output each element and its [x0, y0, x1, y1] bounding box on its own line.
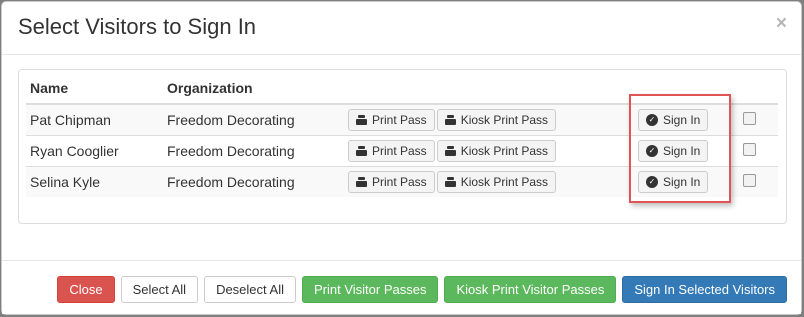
print-pass-label: Print Pass	[372, 175, 427, 189]
select-visitor-checkbox[interactable]	[743, 143, 756, 156]
table-row: Pat Chipman Freedom Decorating Print Pas…	[26, 103, 778, 136]
sign-in-label: Sign In	[663, 175, 701, 189]
select-cell	[739, 103, 778, 136]
sign-in-cell: ✓ Sign In	[634, 166, 739, 197]
close-button[interactable]: Close	[57, 276, 115, 303]
print-pass-button[interactable]: Print Pass	[348, 171, 435, 193]
printer-icon	[444, 115, 456, 125]
print-actions-cell: Print Pass Kiosk Print Pass	[344, 103, 634, 136]
column-header-name: Name	[26, 73, 163, 105]
printer-icon	[356, 115, 367, 125]
printer-icon	[444, 177, 456, 187]
visitor-name: Pat Chipman	[26, 103, 163, 136]
select-visitor-checkbox[interactable]	[743, 112, 756, 125]
kiosk-print-pass-label: Kiosk Print Pass	[460, 144, 549, 158]
visitor-organization: Freedom Decorating	[163, 103, 344, 136]
print-pass-button[interactable]: Print Pass	[348, 109, 435, 131]
kiosk-print-pass-button[interactable]: Kiosk Print Pass	[436, 109, 557, 131]
deselect-all-button[interactable]: Deselect All	[204, 276, 296, 303]
column-header-sign-in	[634, 73, 739, 105]
visitor-name: Ryan Cooglier	[26, 135, 163, 167]
sign-in-button[interactable]: ✓ Sign In	[638, 171, 709, 193]
select-cell	[739, 135, 778, 167]
visitors-panel: Name Organization Pat Chipman Freedom De…	[18, 69, 787, 224]
visitor-name: Selina Kyle	[26, 166, 163, 197]
print-actions-cell: Print Pass Kiosk Print Pass	[344, 135, 634, 167]
print-visitor-passes-button[interactable]: Print Visitor Passes	[301, 276, 439, 303]
select-cell	[739, 166, 778, 197]
table-row: Ryan Cooglier Freedom Decorating Print P…	[26, 135, 778, 167]
select-visitors-modal: Select Visitors to Sign In × Name Organi…	[1, 1, 802, 315]
kiosk-print-pass-label: Kiosk Print Pass	[460, 113, 549, 127]
column-header-organization: Organization	[163, 73, 344, 105]
check-circle-icon: ✓	[646, 145, 658, 157]
sign-in-label: Sign In	[663, 113, 701, 127]
footer-button-group: Close Select All Deselect All Print Visi…	[57, 276, 787, 303]
check-circle-icon: ✓	[646, 114, 658, 126]
modal-footer: Close Select All Deselect All Print Visi…	[2, 260, 801, 314]
kiosk-print-visitor-passes-button[interactable]: Kiosk Print Visitor Passes	[444, 276, 617, 303]
table-row: Selina Kyle Freedom Decorating Print Pas…	[26, 166, 778, 197]
check-circle-icon: ✓	[646, 176, 658, 188]
kiosk-print-pass-button[interactable]: Kiosk Print Pass	[436, 140, 557, 162]
print-pass-label: Print Pass	[372, 113, 427, 127]
printer-icon	[356, 177, 367, 187]
print-actions-cell: Print Pass Kiosk Print Pass	[344, 166, 634, 197]
sign-in-button[interactable]: ✓ Sign In	[638, 140, 709, 162]
table-header-row: Name Organization	[26, 73, 778, 105]
select-visitor-checkbox[interactable]	[743, 174, 756, 187]
modal-title: Select Visitors to Sign In	[18, 14, 257, 39]
print-pass-label: Print Pass	[372, 144, 427, 158]
select-all-button[interactable]: Select All	[120, 276, 199, 303]
kiosk-print-pass-button[interactable]: Kiosk Print Pass	[436, 171, 557, 193]
kiosk-print-pass-label: Kiosk Print Pass	[460, 175, 549, 189]
sign-in-selected-visitors-button[interactable]: Sign In Selected Visitors	[622, 276, 787, 303]
close-icon[interactable]: ×	[776, 14, 787, 34]
sign-in-button[interactable]: ✓ Sign In	[638, 109, 709, 131]
column-header-select	[739, 73, 778, 105]
printer-icon	[356, 146, 367, 156]
visitor-organization: Freedom Decorating	[163, 135, 344, 167]
sign-in-label: Sign In	[663, 144, 701, 158]
visitor-organization: Freedom Decorating	[163, 166, 344, 197]
visitors-table: Name Organization Pat Chipman Freedom De…	[26, 73, 778, 197]
printer-icon	[444, 146, 456, 156]
sign-in-cell: ✓ Sign In	[634, 103, 739, 136]
sign-in-cell: ✓ Sign In	[634, 135, 739, 167]
print-pass-button[interactable]: Print Pass	[348, 140, 435, 162]
column-header-print	[344, 73, 634, 105]
modal-header: Select Visitors to Sign In ×	[2, 2, 801, 55]
